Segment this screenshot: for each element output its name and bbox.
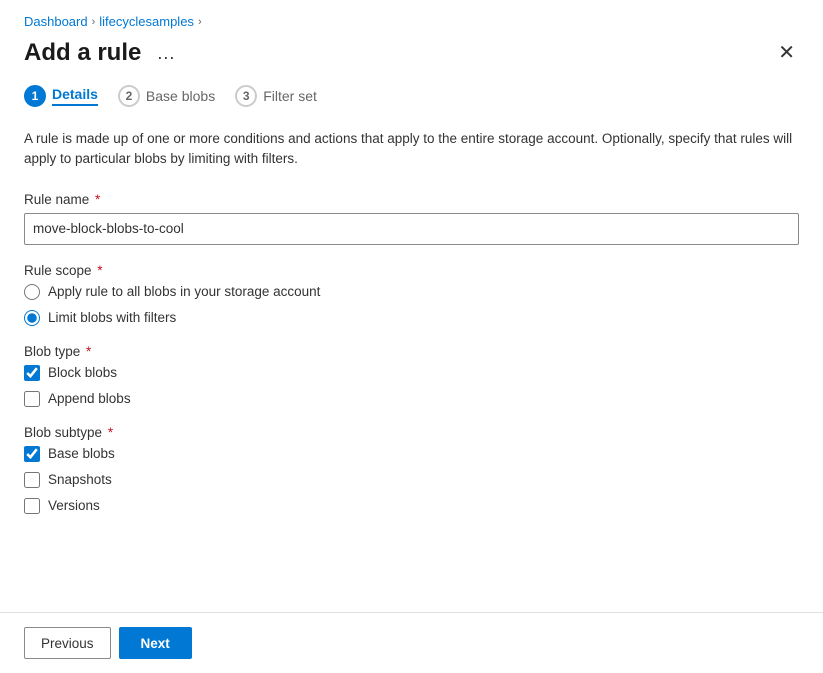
radio-item-all-blobs[interactable]: Apply rule to all blobs in your storage … [24,284,799,300]
main-content: A rule is made up of one or more conditi… [0,129,823,612]
checkbox-item-block-blobs[interactable]: Block blobs [24,365,799,381]
checkbox-versions-label[interactable]: Versions [48,498,100,513]
ellipsis-button[interactable]: ... [151,42,181,64]
close-button[interactable]: ✕ [774,39,799,67]
required-star-2: * [94,263,103,278]
rule-name-group: Rule name * [24,192,799,245]
blob-subtype-group: Blob subtype * Base blobs Snapshots Vers… [24,425,799,514]
step-num-3: 3 [235,85,257,107]
rule-name-label: Rule name * [24,192,799,207]
checkbox-item-append-blobs[interactable]: Append blobs [24,391,799,407]
breadcrumb: Dashboard › lifecyclesamples › [0,0,823,35]
checkbox-base-blobs[interactable] [24,446,40,462]
checkbox-base-blobs-label[interactable]: Base blobs [48,446,115,461]
breadcrumb-dashboard[interactable]: Dashboard [24,14,88,29]
rule-scope-label: Rule scope * [24,263,799,278]
radio-limit-blobs-label[interactable]: Limit blobs with filters [48,310,176,325]
chevron-icon-2: › [198,16,202,28]
steps-bar: 1 Details 2 Base blobs 3 Filter set [0,79,823,129]
step-num-2: 2 [118,85,140,107]
checkbox-block-blobs[interactable] [24,365,40,381]
checkbox-item-versions[interactable]: Versions [24,498,799,514]
required-star-4: * [104,425,113,440]
checkbox-append-blobs[interactable] [24,391,40,407]
description-text: A rule is made up of one or more conditi… [24,129,799,170]
step-details[interactable]: 1 Details [24,79,110,113]
blob-type-checkbox-group: Block blobs Append blobs [24,365,799,407]
step-label-2: Base blobs [146,88,215,104]
checkbox-append-blobs-label[interactable]: Append blobs [48,391,131,406]
radio-all-blobs[interactable] [24,284,40,300]
checkbox-snapshots-label[interactable]: Snapshots [48,472,112,487]
step-label-1: Details [52,86,98,106]
footer: Previous Next [0,613,823,673]
page-title: Add a rule [24,39,141,67]
breadcrumb-lifecyclesamples[interactable]: lifecyclesamples [99,14,194,29]
radio-all-blobs-label[interactable]: Apply rule to all blobs in your storage … [48,284,320,299]
checkbox-item-snapshots[interactable]: Snapshots [24,472,799,488]
blob-type-group: Blob type * Block blobs Append blobs [24,344,799,407]
radio-limit-blobs[interactable] [24,310,40,326]
next-button[interactable]: Next [119,627,192,659]
chevron-icon-1: › [92,16,96,28]
required-star-1: * [91,192,100,207]
blob-type-label: Blob type * [24,344,799,359]
checkbox-snapshots[interactable] [24,472,40,488]
blob-subtype-checkbox-group: Base blobs Snapshots Versions [24,446,799,514]
previous-button[interactable]: Previous [24,627,111,659]
page-title-group: Add a rule ... [24,39,181,67]
step-filter-set[interactable]: 3 Filter set [235,79,329,113]
checkbox-versions[interactable] [24,498,40,514]
checkbox-block-blobs-label[interactable]: Block blobs [48,365,117,380]
step-label-3: Filter set [263,88,317,104]
step-base-blobs[interactable]: 2 Base blobs [118,79,227,113]
blob-subtype-label: Blob subtype * [24,425,799,440]
checkbox-item-base-blobs[interactable]: Base blobs [24,446,799,462]
page-header: Add a rule ... ✕ [0,35,823,79]
required-star-3: * [82,344,91,359]
radio-item-limit-blobs[interactable]: Limit blobs with filters [24,310,799,326]
step-num-1: 1 [24,85,46,107]
rule-name-input[interactable] [24,213,799,245]
rule-scope-radio-group: Apply rule to all blobs in your storage … [24,284,799,326]
rule-scope-group: Rule scope * Apply rule to all blobs in … [24,263,799,326]
